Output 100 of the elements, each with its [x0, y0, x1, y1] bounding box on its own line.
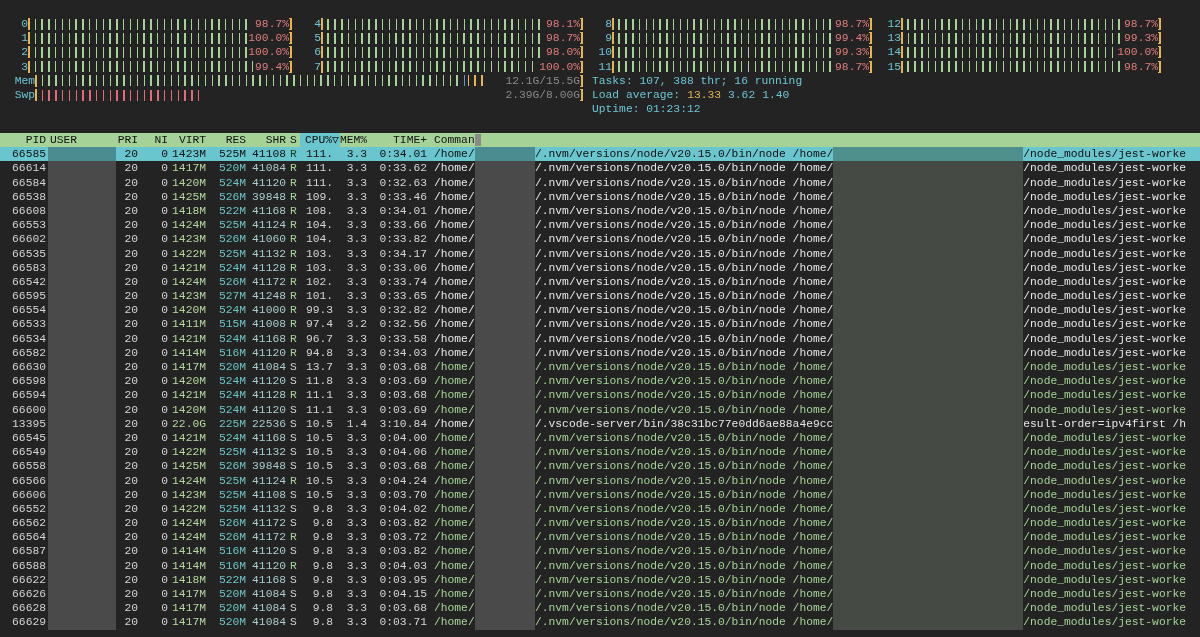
cpu-value: 98.7% [254, 17, 289, 32]
process-row[interactable]: 66588 20 0 1414M 516M 41120 R 9.8 3.3 0:04.03 /home/ /.nvm/versions/node/v20.15.0/bin/node /home/ /node_modules/jest-worke [0, 558, 1200, 573]
process-row[interactable]: 66595 20 0 1423M 527M 41248 R 101. 3.3 0:33.65 /home/ /.nvm/versions/node/v20.15.0/bin/node /home/ /node_modules/jest-worke [0, 289, 1200, 304]
load-average-label: Load average: [592, 87, 681, 103]
process-row[interactable]: 66630 20 0 1417M 520M 41084 S 13.7 3.3 0:03.68 /home/ /.nvm/versions/node/v20.15.0/bin/node /home/ /node_modules/jest-worke [0, 360, 1200, 375]
table-cell-text: 524M [217, 374, 246, 389]
column-header[interactable]: USER [46, 133, 116, 148]
table-cell-text: 13.7 [304, 360, 334, 375]
table-cell-text: 3.3 [345, 587, 367, 602]
table-cell-text: 3.2 [345, 317, 367, 332]
table-cell-text: 0 [160, 416, 168, 431]
process-row[interactable]: 66562 20 0 1424M 526M 41172 S 9.8 3.3 0:03.82 /home/ /.nvm/versions/node/v20.15.0/bin/node /home/ /node_modules/jest-worke [0, 516, 1200, 531]
column-header[interactable]: PRI [116, 133, 138, 148]
table-cell-text: 41168 [251, 203, 286, 219]
table-cell-text: 1417M [171, 615, 206, 630]
process-row[interactable]: 66600 20 0 1420M 524M 41120 S 11.1 3.3 0:03.69 /home/ /.nvm/versions/node/v20.15.0/bin/node /home/ /node_modules/jest-worke [0, 402, 1200, 417]
table-cell-text: 1421M [171, 388, 206, 403]
table-cell-text: 0 [160, 501, 168, 517]
process-row[interactable]: 66598 20 0 1420M 524M 41120 S 11.8 3.3 0:03.69 /home/ /.nvm/versions/node/v20.15.0/bin/node /home/ /node_modules/jest-worke [0, 374, 1200, 389]
process-row[interactable]: 66582 20 0 1414M 516M 41120 R 94.8 3.3 0:34.03 /home/ /.nvm/versions/node/v20.15.0/bin/node /home/ /node_modules/jest-worke [0, 345, 1200, 360]
cpu-label: 5 [313, 31, 321, 46]
process-row[interactable]: 66584 20 0 1420M 524M 41120 R 111. 3.3 0:32.63 /home/ /.nvm/versions/node/v20.15.0/bin/node /home/ /node_modules/jest-worke [0, 175, 1200, 190]
process-row[interactable]: 66545 20 0 1421M 524M 41168 S 10.5 3.3 0:04.00 /home/ /.nvm/versions/node/v20.15.0/bin/node /home/ /node_modules/jest-worke [0, 430, 1200, 446]
process-row[interactable]: 66558 20 0 1425M 526M 39848 S 10.5 3.3 0:03.68 /home/ /.nvm/versions/node/v20.15.0/bin/node /home/ /node_modules/jest-worke [0, 459, 1200, 474]
process-row[interactable]: 66628 20 0 1417M 520M 41084 S 9.8 3.3 0:03.68 /home/ /.nvm/versions/node/v20.15.0/bin/node /home/ /node_modules/jest-worke [0, 601, 1200, 616]
table-cell-text: 0:04.06 [378, 445, 427, 460]
column-header[interactable]: PID [0, 133, 46, 148]
table-cell-text: 20 [123, 360, 138, 375]
table-cell-text: 41172 [251, 274, 286, 290]
command-text: /node_modules/jest-worke [1023, 374, 1186, 389]
column-header[interactable]: SHR [246, 133, 286, 148]
table-cell-text: 525M [217, 445, 246, 460]
process-row[interactable]: 66553 20 0 1424M 525M 41124 R 104. 3.3 0:33.66 /home/ /.nvm/versions/node/v20.15.0/bin/node /home/ /node_modules/jest-worke [0, 218, 1200, 233]
table-cell-text: 0:03.72 [378, 530, 427, 545]
process-row[interactable]: 66602 20 0 1423M 526M 41060 R 104. 3.3 0:33.82 /home/ /.nvm/versions/node/v20.15.0/bin/node /home/ /node_modules/jest-worke [0, 232, 1200, 247]
process-row[interactable]: 66626 20 0 1417M 520M 41084 S 9.8 3.3 0:04.15 /home/ /.nvm/versions/node/v20.15.0/bin/node /home/ /node_modules/jest-worke [0, 587, 1200, 602]
table-cell-text: 527M [217, 289, 246, 304]
table-cell-text: 102. [304, 274, 334, 290]
table-cell-text: 3.3 [345, 374, 367, 389]
process-row[interactable]: 13395 20 0 22.0G 225M 22536 S 10.5 1.4 3:10.84 /home/ /.vscode-server/bin/38c31bc77e0dd6ae88a4e9cc esult-order=ipv4first /h [0, 416, 1200, 431]
table-cell-text: 0 [160, 430, 168, 446]
process-row[interactable]: 66608 20 0 1418M 522M 41168 R 108. 3.3 0:34.01 /home/ /.nvm/versions/node/v20.15.0/bin/node /home/ /node_modules/jest-worke [0, 203, 1200, 219]
cpu-value: 98.7% [545, 31, 580, 46]
table-cell-text: 41172 [251, 516, 286, 531]
process-row[interactable]: 66535 20 0 1422M 525M 41132 R 103. 3.3 0:34.17 /home/ /.nvm/versions/node/v20.15.0/bin/node /home/ /node_modules/jest-worke [0, 246, 1200, 261]
command-text: /.nvm/versions/node/v20.15.0/bin/node /home/ [535, 530, 834, 545]
table-cell-text: 41120 [251, 558, 286, 573]
process-row[interactable]: 66564 20 0 1424M 526M 41172 R 9.8 3.3 0:03.72 /home/ /.nvm/versions/node/v20.15.0/bin/node /home/ /node_modules/jest-worke [0, 530, 1200, 545]
process-row[interactable]: 66549 20 0 1422M 525M 41132 S 10.5 3.3 0:04.06 /home/ /.nvm/versions/node/v20.15.0/bin/node /home/ /node_modules/jest-worke [0, 445, 1200, 460]
column-header[interactable]: CPU%▽ [300, 133, 340, 148]
process-row[interactable]: 66629 20 0 1417M 520M 41084 S 9.8 3.3 0:03.71 /home/ /.nvm/versions/node/v20.15.0/bin/node /home/ /node_modules/jest-worke [0, 615, 1200, 630]
table-cell-text: S [289, 601, 298, 616]
process-row[interactable]: 66585 20 0 1423M 525M 41108 R 111. 3.3 0:34.01 /home/ /.nvm/versions/node/v20.15.0/bin/node /home/ /node_modules/jest-worke [0, 147, 1200, 162]
command-text: /home/ [434, 232, 475, 247]
column-header[interactable]: RES [206, 133, 246, 148]
table-cell-text: 66595 [11, 289, 46, 304]
process-row[interactable]: 66614 20 0 1417M 520M 41084 R 111. 3.3 0:33.62 /home/ /.nvm/versions/node/v20.15.0/bin/node /home/ /node_modules/jest-worke [0, 161, 1200, 176]
redacted-block [48, 161, 116, 176]
command-text: /.nvm/versions/node/v20.15.0/bin/node /home/ [535, 501, 834, 517]
process-row[interactable]: 66594 20 0 1421M 524M 41128 R 11.1 3.3 0:03.68 /home/ /.nvm/versions/node/v20.15.0/bin/node /home/ /node_modules/jest-worke [0, 388, 1200, 403]
process-row[interactable]: 66554 20 0 1420M 524M 41000 R 99.3 3.3 0:32.82 /home/ /.nvm/versions/node/v20.15.0/bin/node /home/ /node_modules/jest-worke [0, 303, 1200, 318]
meter-label: Mem [13, 73, 35, 88]
process-row[interactable]: 66606 20 0 1423M 525M 41108 S 10.5 3.3 0:03.70 /home/ /.nvm/versions/node/v20.15.0/bin/node /home/ /node_modules/jest-worke [0, 487, 1200, 502]
command-text: /.nvm/versions/node/v20.15.0/bin/node /home/ [535, 430, 834, 446]
process-row[interactable]: 66538 20 0 1425M 526M 39848 R 109. 3.3 0:33.46 /home/ /.nvm/versions/node/v20.15.0/bin/node /home/ /node_modules/jest-worke [0, 189, 1200, 204]
table-cell-text: 41120 [251, 175, 286, 190]
table-cell-text: R [289, 161, 298, 176]
table-cell-text: R [289, 260, 298, 275]
column-header[interactable]: NI [138, 133, 168, 148]
cpu-value: 100.0% [1116, 45, 1158, 60]
table-cell-text: R [289, 558, 298, 573]
table-cell-text: 0 [160, 601, 168, 616]
column-header[interactable]: TIME+ [367, 133, 427, 148]
command-text: /node_modules/jest-worke [1023, 218, 1186, 233]
command-text: /node_modules/jest-worke [1023, 345, 1186, 360]
table-cell-text: 66600 [11, 402, 46, 417]
process-row[interactable]: 66542 20 0 1424M 526M 41172 R 102. 3.3 0:33.74 /home/ /.nvm/versions/node/v20.15.0/bin/node /home/ /node_modules/jest-worke [0, 274, 1200, 290]
process-row[interactable]: 66583 20 0 1421M 524M 41128 R 103. 3.3 0:33.06 /home/ /.nvm/versions/node/v20.15.0/bin/node /home/ /node_modules/jest-worke [0, 260, 1200, 275]
command-text: /.nvm/versions/node/v20.15.0/bin/node /home/ [535, 601, 834, 616]
column-header[interactable]: VIRT [168, 133, 206, 148]
process-row[interactable]: 66566 20 0 1424M 525M 41124 R 10.5 3.3 0:04.24 /home/ /.nvm/versions/node/v20.15.0/bin/node /home/ /node_modules/jest-worke [0, 473, 1200, 488]
command-text: /home/ [434, 317, 475, 332]
table-cell-text: 0 [160, 587, 168, 602]
command-text: /.nvm/versions/node/v20.15.0/bin/node /home/ [535, 445, 834, 460]
column-header[interactable]: MEM% [340, 133, 367, 148]
column-header[interactable]: Comman [427, 133, 475, 148]
process-row[interactable]: 66587 20 0 1414M 516M 41120 S 9.8 3.3 0:03.82 /home/ /.nvm/versions/node/v20.15.0/bin/node /home/ /node_modules/jest-worke [0, 544, 1200, 559]
process-row[interactable]: 66534 20 0 1421M 524M 41168 R 96.7 3.3 0:33.58 /home/ /.nvm/versions/node/v20.15.0/bin/node /home/ /node_modules/jest-worke [0, 331, 1200, 346]
command-text: /.nvm/versions/node/v20.15.0/bin/node /home/ [535, 189, 834, 204]
command-text: /.nvm/versions/node/v20.15.0/bin/node /home/ [535, 402, 834, 417]
command-text: /home/ [434, 572, 475, 587]
command-text: /node_modules/jest-worke [1023, 175, 1186, 190]
table-cell-text: 3.3 [345, 445, 367, 460]
table-cell-text: 66628 [11, 601, 46, 616]
table-cell-text: 20 [123, 218, 138, 233]
table-cell-text: R [289, 175, 298, 190]
process-row[interactable]: 66533 20 0 1411M 515M 41008 R 97.4 3.2 0:32.56 /home/ /.nvm/versions/node/v20.15.0/bin/node /home/ /node_modules/jest-worke [0, 317, 1200, 332]
process-row[interactable]: 66552 20 0 1422M 525M 41132 S 9.8 3.3 0:04.02 /home/ /.nvm/versions/node/v20.15.0/bin/node /home/ /node_modules/jest-worke [0, 501, 1200, 517]
column-header[interactable]: S [286, 133, 300, 148]
process-row[interactable]: 66622 20 0 1418M 522M 41168 S 9.8 3.3 0:03.95 /home/ /.nvm/versions/node/v20.15.0/bin/node /home/ /node_modules/jest-worke [0, 572, 1200, 587]
